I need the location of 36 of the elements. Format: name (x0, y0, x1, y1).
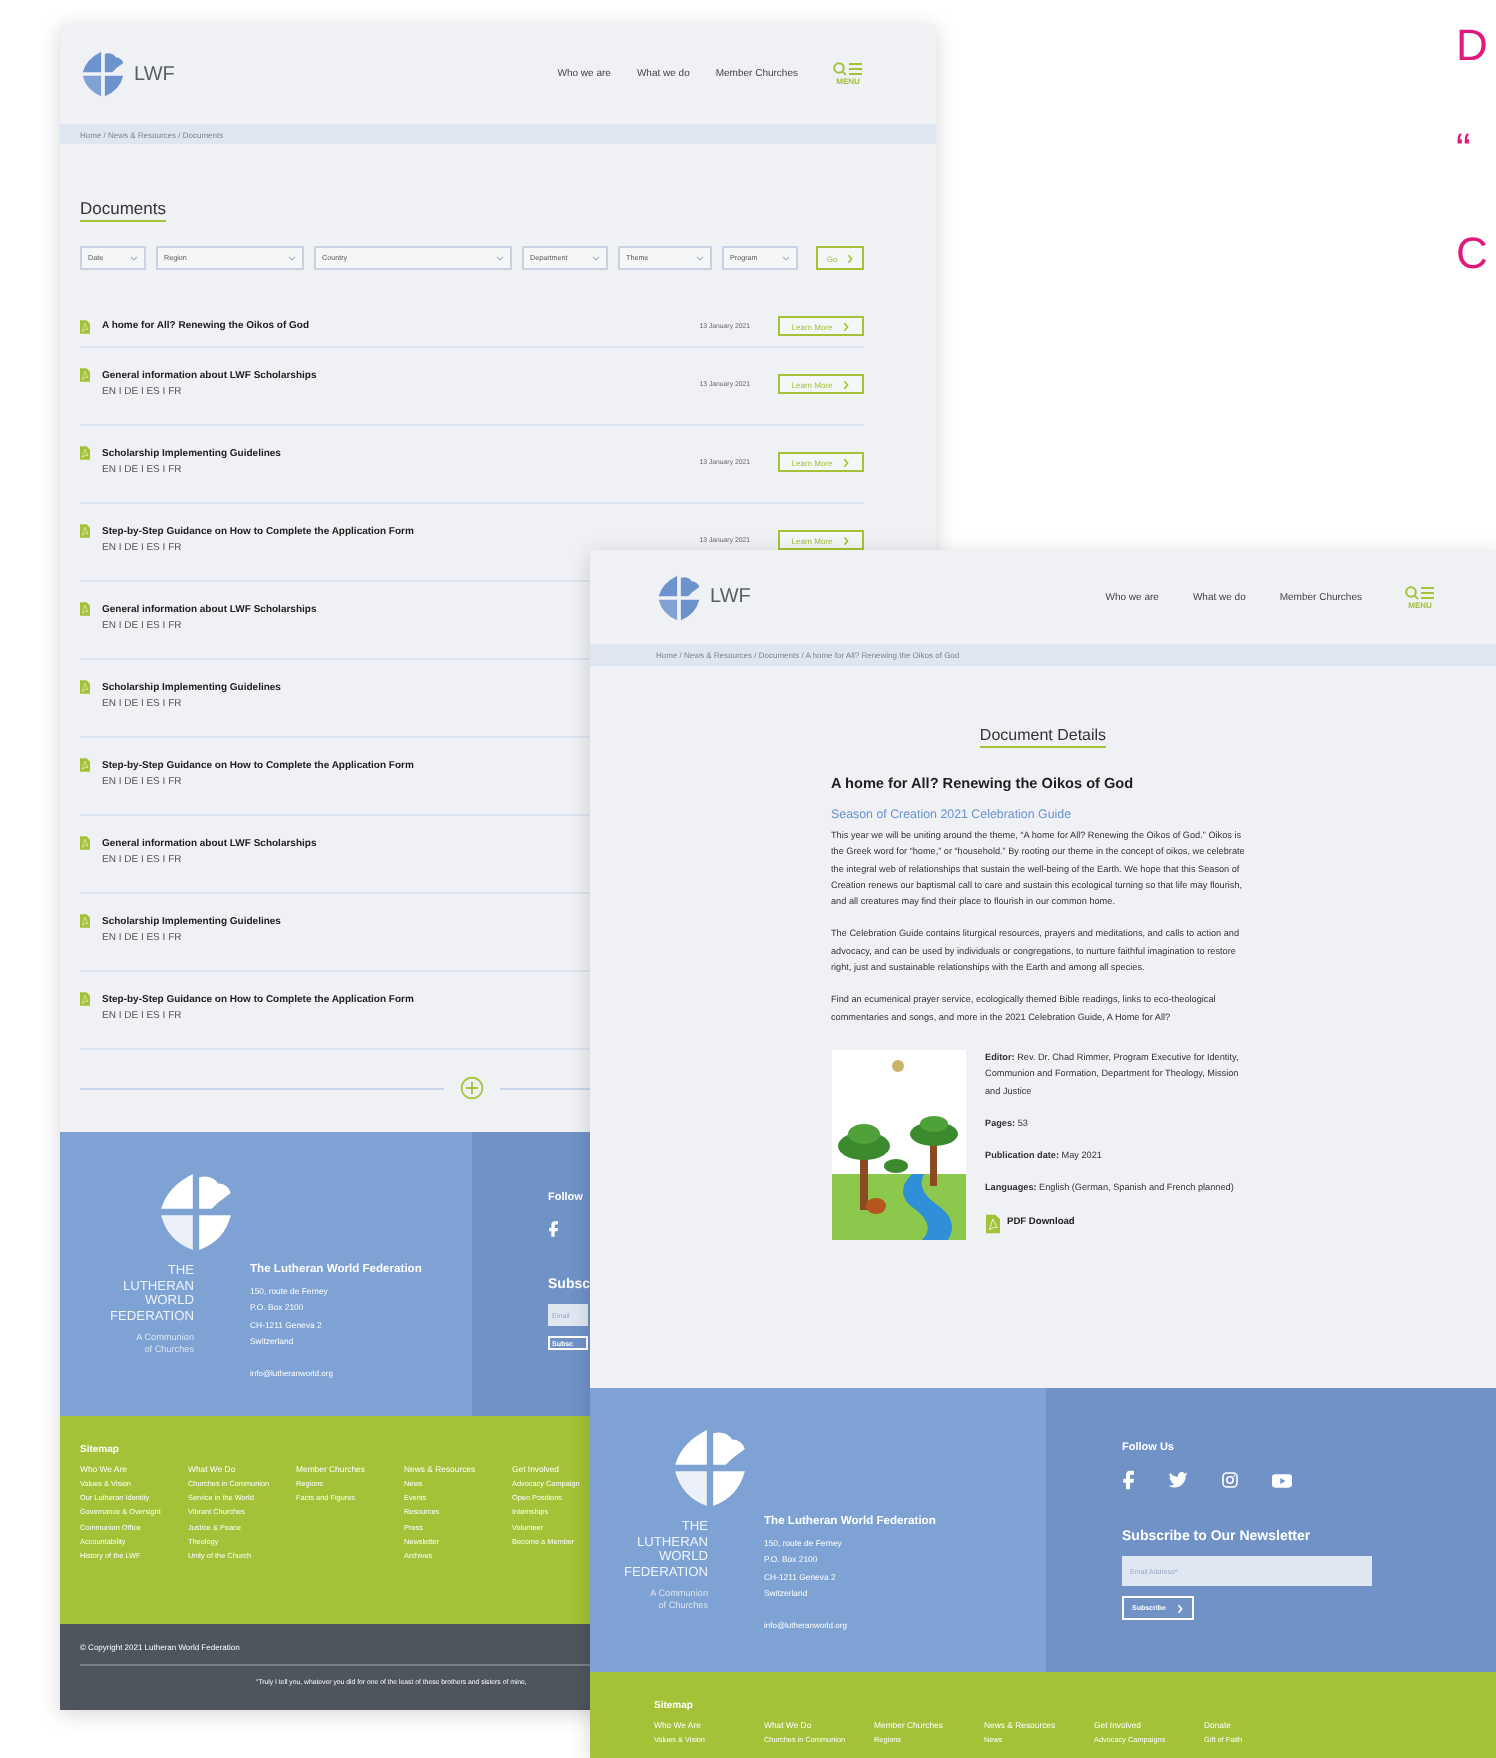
pdf-file-icon (80, 680, 90, 694)
twitter-bird-icon[interactable] (1168, 1472, 1188, 1488)
pdf-file-icon (80, 368, 90, 382)
chevron-right-icon (842, 457, 851, 467)
chevron-right-icon (842, 379, 851, 389)
chevron-right-icon (845, 253, 854, 263)
pdf-file-icon (80, 602, 90, 616)
logo-text[interactable]: LWF (710, 586, 751, 608)
chevron-right-icon (1175, 1603, 1184, 1613)
pdf-file-icon (80, 446, 90, 460)
heading-fragment: C (1456, 228, 1488, 280)
heading-fragment: D (1456, 20, 1488, 72)
page-heading: Documents (80, 198, 166, 222)
facebook-icon[interactable] (1122, 1470, 1134, 1490)
instagram-icon[interactable] (1222, 1472, 1238, 1488)
youtube-icon[interactable] (1272, 1473, 1292, 1487)
logo-icon (672, 1426, 748, 1510)
logo-icon (80, 50, 126, 98)
pdf-file-icon (80, 524, 90, 538)
page-heading: Document Details (979, 726, 1107, 748)
add-circle-icon[interactable] (460, 1076, 484, 1100)
logo-icon (656, 573, 702, 621)
pdf-file-icon (985, 1213, 999, 1234)
chevron-right-icon (842, 321, 851, 331)
facebook-icon[interactable] (548, 1220, 558, 1238)
logo-text[interactable]: LWF (134, 63, 175, 85)
pdf-file-icon (80, 836, 90, 850)
search-menu-icon (1404, 585, 1436, 599)
pdf-file-icon (80, 992, 90, 1006)
logo-icon (158, 1170, 234, 1254)
pdf-file-icon (80, 758, 90, 772)
pdf-file-icon (80, 914, 90, 928)
pdf-file-icon (80, 319, 90, 333)
search-menu-icon (832, 62, 864, 76)
heading-fragment: “ (1456, 124, 1473, 176)
chevron-right-icon (842, 535, 851, 545)
